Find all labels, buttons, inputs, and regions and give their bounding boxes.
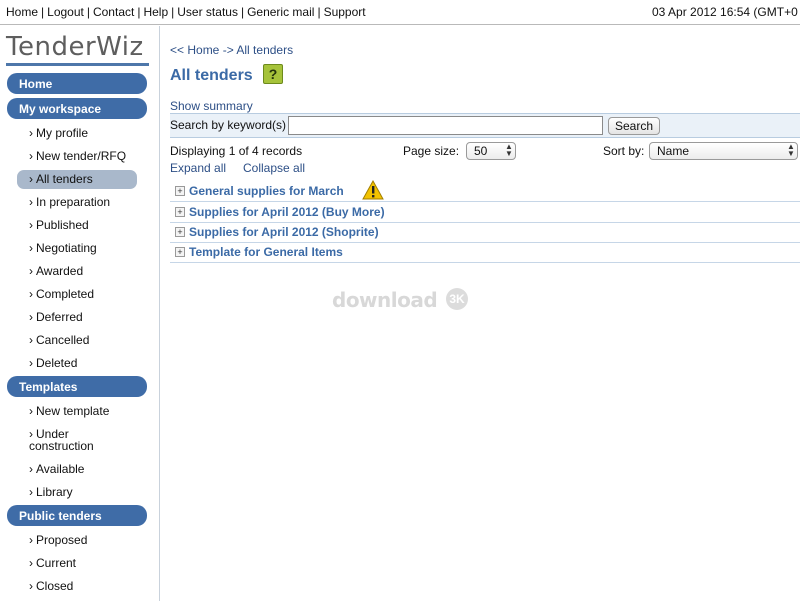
chevron-right-icon: ›: [29, 264, 33, 278]
chevron-right-icon: ›: [29, 333, 33, 347]
expand-icon[interactable]: +: [175, 247, 185, 257]
chevron-right-icon: ›: [29, 287, 33, 301]
tender-row[interactable]: + Supplies for April 2012 (Buy More): [170, 203, 800, 223]
select-arrows-icon: ▲ ▼: [505, 142, 513, 158]
chevron-right-icon: ›: [29, 195, 33, 209]
chevron-right-icon: ›: [29, 241, 33, 255]
chevron-right-icon: ›: [29, 126, 33, 140]
nav-link-help[interactable]: Help: [143, 5, 168, 19]
sort-by-select[interactable]: Name ▲ ▼: [649, 142, 798, 160]
sort-by-label: Sort by:: [603, 144, 645, 158]
sidebar-item-current[interactable]: › Current: [29, 556, 76, 570]
sidebar-item-negotiating[interactable]: › Negotiating: [29, 241, 97, 255]
chevron-right-icon: ›: [29, 172, 33, 186]
logo-underline: [6, 63, 149, 66]
sidebar-home-button[interactable]: Home: [7, 73, 147, 94]
sidebar-item-new-template[interactable]: › New template: [29, 404, 109, 418]
sidebar-item-under-construction[interactable]: › Under construction: [29, 428, 129, 452]
datetime: 03 Apr 2012 16:54 (GMT+0: [652, 5, 798, 19]
nav-link-logout[interactable]: Logout: [47, 5, 84, 19]
page-size-select[interactable]: 50 ▲ ▼: [466, 142, 516, 160]
watermark-badge: 3K: [446, 288, 468, 310]
chevron-right-icon: ›: [29, 356, 33, 370]
sidebar-item-library[interactable]: › Library: [29, 485, 73, 499]
breadcrumb-current[interactable]: All tenders: [236, 43, 293, 57]
tender-name[interactable]: General supplies for March: [189, 184, 344, 198]
help-icon[interactable]: ?: [263, 64, 283, 84]
sidebar-item-completed[interactable]: › Completed: [29, 287, 94, 301]
page-title: All tenders: [170, 67, 253, 84]
chevron-right-icon: ›: [29, 404, 33, 418]
sidebar-item-deleted[interactable]: › Deleted: [29, 356, 77, 370]
tender-name[interactable]: Supplies for April 2012 (Shoprite): [189, 225, 379, 239]
sidebar-item-cancelled[interactable]: › Cancelled: [29, 333, 89, 347]
tender-name[interactable]: Supplies for April 2012 (Buy More): [189, 205, 385, 219]
search-button[interactable]: Search: [608, 117, 660, 135]
sidebar-item-deferred[interactable]: › Deferred: [29, 310, 83, 324]
page-size-label: Page size:: [403, 144, 460, 158]
sidebar-item-awarded[interactable]: › Awarded: [29, 264, 83, 278]
breadcrumb: << Home -> All tenders: [170, 43, 293, 57]
top-nav: Home | Logout | Contact | Help | User status | Gen…: [6, 5, 366, 19]
select-arrows-icon: ▲ ▼: [787, 142, 795, 158]
expand-icon[interactable]: +: [175, 227, 185, 237]
expand-all-link[interactable]: Expand all: [170, 161, 226, 175]
sidebar-item-all-tenders[interactable]: › All tenders: [17, 170, 137, 189]
tender-name[interactable]: Template for General Items: [189, 245, 343, 259]
chevron-right-icon: ›: [29, 579, 33, 593]
main-content: << Home -> All tenders All tenders ? Sho…: [170, 26, 800, 601]
nav-link-contact[interactable]: Contact: [93, 5, 134, 19]
nav-link-support[interactable]: Support: [324, 5, 366, 19]
search-bar: Search by keyword(s) Search: [170, 113, 800, 138]
app-logo: TenderWiz: [6, 32, 144, 62]
tender-row[interactable]: + Supplies for April 2012 (Shoprite): [170, 223, 800, 243]
sidebar-item-new-tender[interactable]: › New tender/RFQ: [29, 149, 126, 163]
sidebar: TenderWiz Home My workspace › My profile …: [0, 26, 160, 601]
sidebar-item-available[interactable]: › Available: [29, 462, 84, 476]
top-bar: Home | Logout | Contact | Help | User status | Gen…: [0, 0, 800, 25]
sidebar-item-proposed[interactable]: › Proposed: [29, 533, 87, 547]
show-summary-link[interactable]: Show summary: [170, 99, 253, 113]
search-input[interactable]: [288, 116, 603, 135]
sidebar-section-my-workspace[interactable]: My workspace: [7, 98, 147, 119]
sidebar-item-my-profile[interactable]: › My profile: [29, 126, 88, 140]
record-count: Displaying 1 of 4 records: [170, 144, 303, 158]
sidebar-item-closed[interactable]: › Closed: [29, 579, 73, 593]
sidebar-section-templates[interactable]: Templates: [7, 376, 147, 397]
breadcrumb-home-link[interactable]: << Home: [170, 43, 219, 57]
chevron-right-icon: ›: [29, 218, 33, 232]
chevron-right-icon: ›: [29, 149, 33, 163]
expand-icon[interactable]: +: [175, 207, 185, 217]
sidebar-section-public-tenders[interactable]: Public tenders: [7, 505, 147, 526]
nav-link-home[interactable]: Home: [6, 5, 38, 19]
search-label: Search by keyword(s): [170, 118, 287, 132]
expand-icon[interactable]: +: [175, 186, 185, 196]
sidebar-item-in-preparation[interactable]: › In preparation: [29, 195, 110, 209]
chevron-right-icon: ›: [29, 462, 33, 476]
warning-icon: [362, 180, 384, 200]
chevron-right-icon: ›: [29, 556, 33, 570]
nav-link-user-status[interactable]: User status: [177, 5, 238, 19]
tender-row[interactable]: + General supplies for March: [170, 180, 800, 202]
chevron-right-icon: ›: [29, 533, 33, 547]
sidebar-item-published[interactable]: › Published: [29, 218, 89, 232]
nav-link-generic-mail[interactable]: Generic mail: [247, 5, 314, 19]
chevron-right-icon: ›: [29, 485, 33, 499]
chevron-right-icon: ›: [29, 310, 33, 324]
tender-row[interactable]: + Template for General Items: [170, 243, 800, 263]
watermark: download: [332, 288, 438, 312]
collapse-all-link[interactable]: Collapse all: [243, 161, 305, 175]
breadcrumb-arrow: ->: [222, 43, 234, 57]
